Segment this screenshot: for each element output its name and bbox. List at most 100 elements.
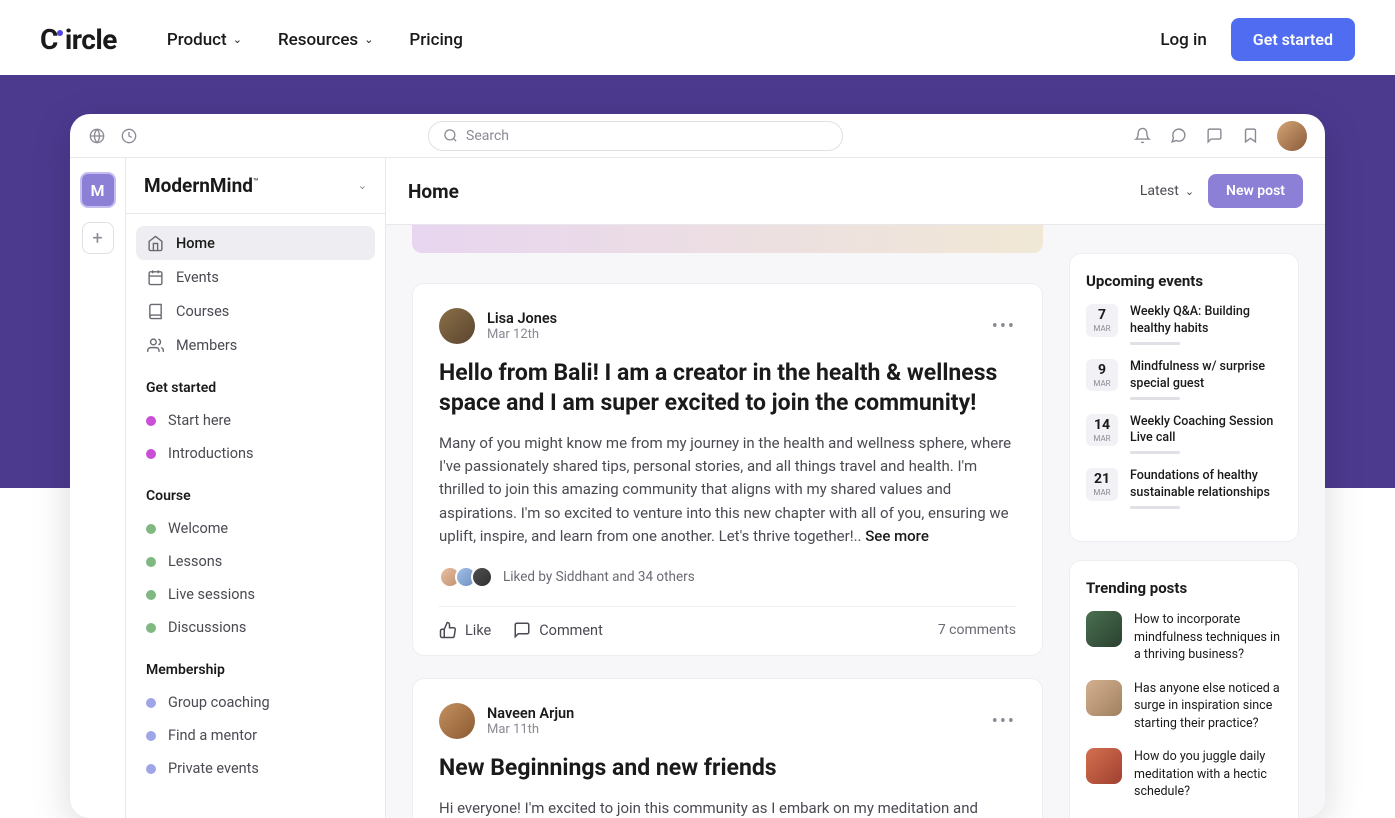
- space-item[interactable]: Private events: [136, 752, 375, 785]
- space-label: Find a mentor: [168, 727, 257, 744]
- workspace-rail: M +: [70, 158, 126, 818]
- bell-icon[interactable]: [1133, 127, 1151, 145]
- app-window: Search M + ModernMind™ ⌄ Home Events Cours…: [70, 114, 1325, 818]
- event-row[interactable]: 14 MAR Weekly Coaching Session Live call: [1086, 414, 1282, 455]
- space-dot: [146, 623, 156, 633]
- sidebar: ModernMind™ ⌄ Home Events Courses MembersGe…: [126, 158, 386, 818]
- space-dot: [146, 524, 156, 534]
- event-title: Mindfulness w/ surprise special guest: [1130, 359, 1282, 393]
- login-link[interactable]: Log in: [1160, 30, 1206, 50]
- post-title[interactable]: Hello from Bali! I am a creator in the h…: [439, 358, 1016, 418]
- post-author[interactable]: Naveen Arjun: [487, 705, 980, 722]
- event-progress: [1130, 397, 1180, 400]
- post-author[interactable]: Lisa Jones: [487, 310, 980, 327]
- chevron-down-icon: ⌄: [233, 33, 242, 46]
- post-card: Naveen Arjun Mar 11th ••• New Beginnings…: [412, 678, 1043, 818]
- clock-icon[interactable]: [120, 127, 138, 145]
- event-title: Weekly Coaching Session Live call: [1130, 414, 1282, 448]
- chat-icon[interactable]: [1205, 127, 1223, 145]
- space-label: Introductions: [168, 445, 254, 462]
- space-item[interactable]: Discussions: [136, 611, 375, 644]
- sidebar-item-home[interactable]: Home: [136, 226, 375, 260]
- section-title: Get started: [136, 362, 375, 404]
- event-title: Foundations of healthy sustainable relat…: [1130, 468, 1282, 502]
- space-item[interactable]: Group coaching: [136, 686, 375, 719]
- space-dot: [146, 698, 156, 708]
- sidebar-item-label: Events: [176, 269, 219, 286]
- post-author-avatar[interactable]: [439, 308, 475, 344]
- space-label: Welcome: [168, 520, 228, 537]
- event-row[interactable]: 21 MAR Foundations of healthy sustainabl…: [1086, 468, 1282, 509]
- space-label: Group coaching: [168, 694, 270, 711]
- space-dot: [146, 449, 156, 459]
- workspace-switcher[interactable]: M: [80, 172, 116, 208]
- book-icon: [146, 302, 164, 320]
- users-icon: [146, 336, 164, 354]
- space-item[interactable]: Find a mentor: [136, 719, 375, 752]
- trending-row[interactable]: How do you juggle daily meditation with …: [1086, 748, 1282, 801]
- nav-link-resources[interactable]: Resources⌄: [278, 30, 373, 50]
- post-author-avatar[interactable]: [439, 703, 475, 739]
- post-card: Lisa Jones Mar 12th ••• Hello from Bali!…: [412, 283, 1043, 656]
- calendar-icon: [146, 268, 164, 286]
- post-date: Mar 12th: [487, 327, 980, 342]
- trending-text: How do you juggle daily meditation with …: [1134, 748, 1282, 801]
- post-title[interactable]: New Beginnings and new friends: [439, 753, 1016, 783]
- trending-row[interactable]: How to incorporate mindfulness technique…: [1086, 611, 1282, 664]
- post-menu-button[interactable]: •••: [992, 711, 1016, 732]
- community-switcher[interactable]: ModernMind™ ⌄: [126, 158, 385, 214]
- sort-dropdown[interactable]: Latest⌄: [1140, 183, 1194, 199]
- nav-link-product[interactable]: Product⌄: [167, 30, 242, 50]
- bookmark-icon[interactable]: [1241, 127, 1259, 145]
- event-row[interactable]: 7 MAR Weekly Q&A: Building healthy habit…: [1086, 304, 1282, 345]
- sidebar-item-courses[interactable]: Courses: [136, 294, 375, 328]
- upcoming-events-title: Upcoming events: [1086, 272, 1282, 290]
- upcoming-events-card: Upcoming events 7 MAR Weekly Q&A: Buildi…: [1069, 253, 1299, 542]
- post-menu-button[interactable]: •••: [992, 316, 1016, 337]
- get-started-button[interactable]: Get started: [1231, 18, 1355, 61]
- event-progress: [1130, 451, 1180, 454]
- event-progress: [1130, 506, 1180, 509]
- sidebar-item-label: Courses: [176, 303, 229, 320]
- space-label: Live sessions: [168, 586, 255, 603]
- message-icon[interactable]: [1169, 127, 1187, 145]
- chevron-down-icon: ⌄: [1185, 185, 1194, 198]
- nav-link-pricing[interactable]: Pricing: [409, 30, 463, 50]
- user-avatar[interactable]: [1277, 121, 1307, 151]
- event-row[interactable]: 9 MAR Mindfulness w/ surprise special gu…: [1086, 359, 1282, 400]
- banner-image: [412, 225, 1043, 253]
- space-dot: [146, 764, 156, 774]
- sidebar-item-members[interactable]: Members: [136, 328, 375, 362]
- space-dot: [146, 416, 156, 426]
- logo[interactable]: Circle: [40, 23, 117, 56]
- space-label: Start here: [168, 412, 231, 429]
- post-body: Hi everyone! I'm excited to join this co…: [439, 797, 1016, 818]
- space-item[interactable]: Welcome: [136, 512, 375, 545]
- post-body: Many of you might know me from my journe…: [439, 432, 1016, 548]
- sidebar-item-events[interactable]: Events: [136, 260, 375, 294]
- like-button[interactable]: Like: [439, 621, 491, 639]
- space-label: Private events: [168, 760, 259, 777]
- like-avatars[interactable]: [439, 566, 493, 588]
- chevron-down-icon: ⌄: [364, 33, 373, 46]
- see-more-link[interactable]: See more: [865, 527, 929, 545]
- search-input[interactable]: Search: [428, 121, 843, 151]
- space-label: Discussions: [168, 619, 246, 636]
- space-item[interactable]: Introductions: [136, 437, 375, 470]
- add-workspace-button[interactable]: +: [82, 222, 114, 254]
- new-post-button[interactable]: New post: [1208, 174, 1303, 208]
- likes-text[interactable]: Liked by Siddhant and 34 others: [503, 569, 695, 585]
- comment-button[interactable]: Comment: [513, 621, 603, 639]
- event-date: 14 MAR: [1086, 414, 1118, 447]
- globe-icon[interactable]: [88, 127, 106, 145]
- comment-icon: [513, 621, 531, 639]
- event-date: 21 MAR: [1086, 468, 1118, 501]
- space-item[interactable]: Live sessions: [136, 578, 375, 611]
- main-content: Home Latest⌄ New post Lisa Jones Mar 12t…: [386, 158, 1325, 818]
- trending-row[interactable]: Has anyone else noticed a surge in inspi…: [1086, 680, 1282, 733]
- sidebar-item-label: Home: [176, 235, 215, 252]
- space-item[interactable]: Start here: [136, 404, 375, 437]
- comment-count[interactable]: 7 comments: [938, 622, 1016, 638]
- space-item[interactable]: Lessons: [136, 545, 375, 578]
- aside: Upcoming events 7 MAR Weekly Q&A: Buildi…: [1069, 225, 1299, 798]
